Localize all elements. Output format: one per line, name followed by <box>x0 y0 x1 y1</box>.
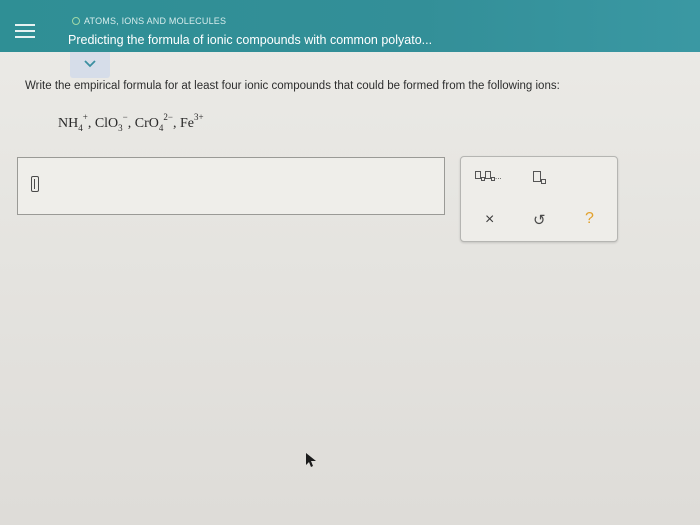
ion-1: ClO3− <box>94 112 128 133</box>
help-button[interactable]: ? <box>585 210 594 228</box>
text-cursor-icon <box>31 176 39 192</box>
page-title: Predicting the formula of ionic compound… <box>68 33 433 47</box>
formula-toolbox: ... × ↺ ? <box>460 156 618 242</box>
ion-3: Fe3+ <box>179 112 204 131</box>
chevron-down-icon <box>84 60 96 68</box>
topic-label: ATOMS, IONS AND MOLECULES <box>72 16 226 26</box>
answer-input[interactable] <box>17 157 445 215</box>
pointer-cursor-icon <box>306 453 316 467</box>
multi-subscript-button[interactable]: ... <box>475 171 502 182</box>
close-icon: × <box>485 211 495 228</box>
undo-icon: ↺ <box>533 212 546 229</box>
question-prompt: Write the empirical formula for at least… <box>25 80 560 92</box>
subscript-button[interactable] <box>533 171 546 185</box>
undo-button[interactable]: ↺ <box>533 211 546 229</box>
clear-button[interactable]: × <box>485 211 494 229</box>
progress-circle-icon <box>72 17 80 25</box>
ion-list: NH4+, ClO3−, CrO42−, Fe3+ <box>58 112 204 133</box>
menu-icon[interactable] <box>10 20 40 42</box>
help-icon: ? <box>585 210 594 227</box>
expand-dropdown-button[interactable] <box>70 52 110 78</box>
ion-2: CrO42− <box>134 112 173 133</box>
ion-0: NH4+ <box>58 112 88 133</box>
header-bar: ATOMS, IONS AND MOLECULES Predicting the… <box>0 0 700 52</box>
